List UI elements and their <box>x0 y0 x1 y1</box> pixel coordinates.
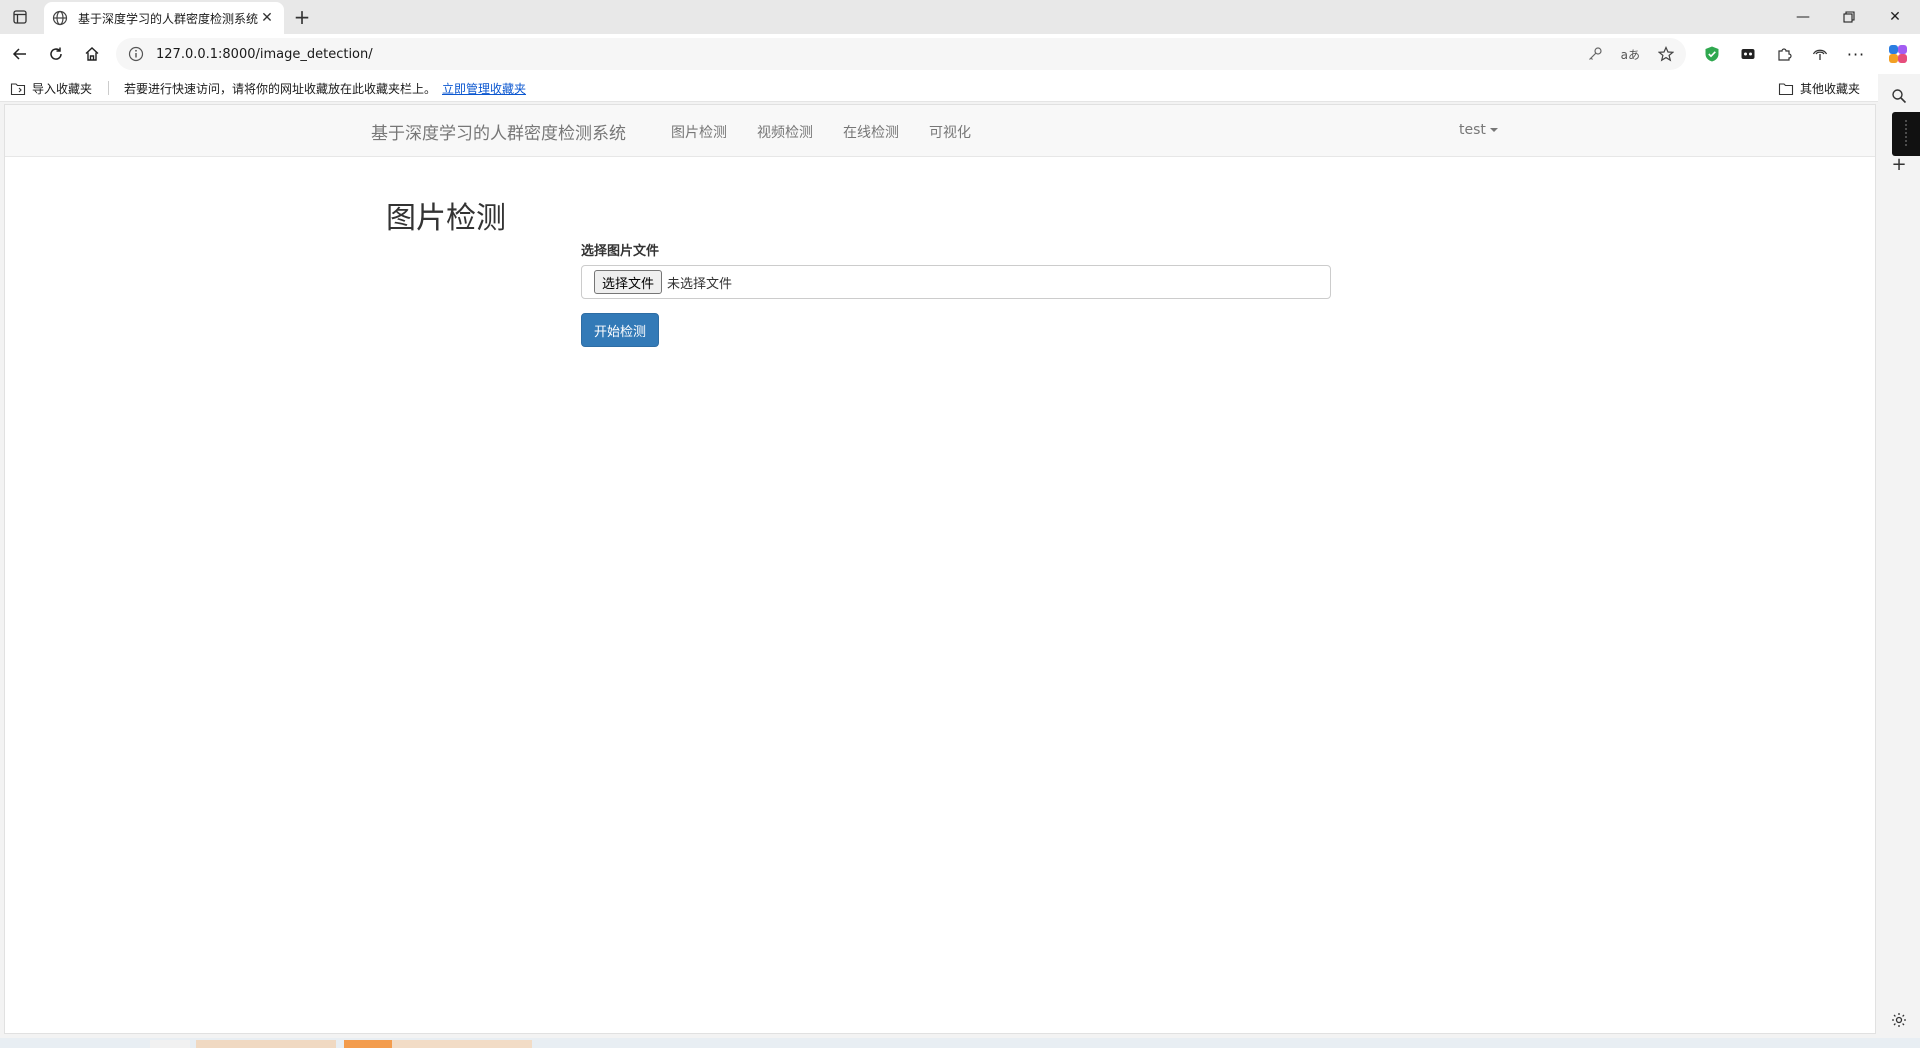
password-key-icon[interactable] <box>1587 46 1603 62</box>
favorite-star-icon[interactable] <box>1658 46 1674 62</box>
other-favorites-label: 其他收藏夹 <box>1799 82 1860 96</box>
translate-icon[interactable]: aあ <box>1621 46 1640 63</box>
nav-image-detection[interactable]: 图片检测 <box>671 122 727 142</box>
minimize-icon[interactable]: — <box>1780 0 1826 34</box>
user-name: test <box>1459 122 1486 138</box>
file-status: 未选择文件 <box>667 276 733 292</box>
back-icon[interactable] <box>6 40 34 68</box>
file-field-label: 选择图片文件 <box>581 244 660 259</box>
nav-video-detection[interactable]: 视频检测 <box>757 122 813 142</box>
taskbar-item[interactable] <box>150 1040 190 1048</box>
browser-tab[interactable]: 基于深度学习的人群密度检测系统 ✕ <box>44 2 284 34</box>
manage-favorites-link[interactable]: 立即管理收藏夹 <box>442 80 526 97</box>
app-brand[interactable]: 基于深度学习的人群密度检测系统 <box>371 119 626 144</box>
nav-visualization[interactable]: 可视化 <box>929 122 971 142</box>
extension-icon[interactable] <box>1734 40 1762 68</box>
address-bar[interactable]: 127.0.0.1:8000/image_detection/ aあ <box>116 38 1686 70</box>
start-detection-button[interactable]: 开始检测 <box>581 313 660 347</box>
browser-toolbar: 127.0.0.1:8000/image_detection/ aあ ··· <box>0 34 1920 74</box>
site-info-icon[interactable] <box>128 46 144 62</box>
choose-file-button[interactable]: 选择文件 <box>594 270 663 294</box>
sidebar-add-icon[interactable]: + <box>1887 152 1911 176</box>
browser-sidebar: + <box>1878 74 1920 1048</box>
refresh-icon[interactable] <box>42 40 70 68</box>
folder-icon <box>1778 82 1794 95</box>
favorites-bar: 导入收藏夹 若要进行快速访问，请将你的网址收藏放在此收藏夹栏上。 立即管理收藏夹… <box>0 74 1920 102</box>
sidebar-search-icon[interactable] <box>1887 84 1911 108</box>
shield-extension-icon[interactable] <box>1698 40 1726 68</box>
tab-title: 基于深度学习的人群密度检测系统 <box>78 11 258 26</box>
sidebar-panel-icon[interactable] <box>1892 112 1920 156</box>
caret-down-icon <box>1489 128 1498 132</box>
taskbar <box>0 1038 1920 1048</box>
file-input[interactable]: 选择文件 未选择文件 <box>581 265 1331 299</box>
tab-actions-icon[interactable] <box>8 5 32 29</box>
globe-icon <box>52 10 68 26</box>
import-favorites-label: 导入收藏夹 <box>32 82 93 96</box>
favorites-divider <box>108 81 109 95</box>
nav-online-detection[interactable]: 在线检测 <box>843 122 899 142</box>
app-nav: 图片检测 视频检测 在线检测 可视化 <box>671 122 1001 142</box>
url-text: 127.0.0.1:8000/image_detection/ <box>156 46 373 62</box>
new-tab-icon[interactable]: + <box>290 5 314 29</box>
user-menu[interactable]: test <box>1459 122 1498 138</box>
import-favorites-button[interactable]: 导入收藏夹 <box>10 80 92 97</box>
taskbar-item-active[interactable] <box>344 1040 392 1048</box>
home-icon[interactable] <box>78 40 106 68</box>
tab-strip: 基于深度学习的人群密度检测系统 ✕ + — ✕ <box>0 0 1920 34</box>
import-favorites-icon <box>10 82 26 95</box>
close-window-icon[interactable]: ✕ <box>1872 0 1918 34</box>
favorites-hint: 若要进行快速访问，请将你的网址收藏放在此收藏夹栏上。 <box>124 82 437 96</box>
restore-icon[interactable] <box>1826 0 1872 34</box>
tab-close-icon[interactable]: ✕ <box>258 9 276 27</box>
taskbar-item[interactable] <box>392 1040 532 1048</box>
sidebar-settings-icon[interactable] <box>1887 1008 1911 1032</box>
copilot-icon[interactable] <box>1884 40 1912 68</box>
page-title: 图片检测 <box>386 201 506 236</box>
taskbar-item[interactable] <box>196 1040 336 1048</box>
more-menu-icon[interactable]: ··· <box>1842 40 1870 68</box>
extensions-puzzle-icon[interactable] <box>1770 40 1798 68</box>
browser-essentials-icon[interactable] <box>1806 40 1834 68</box>
other-favorites-button[interactable]: 其他收藏夹 <box>1778 80 1860 97</box>
page-viewport: 基于深度学习的人群密度检测系统 图片检测 视频检测 在线检测 可视化 test … <box>4 104 1876 1034</box>
app-navbar: 基于深度学习的人群密度检测系统 图片检测 视频检测 在线检测 可视化 test <box>5 105 1875 157</box>
